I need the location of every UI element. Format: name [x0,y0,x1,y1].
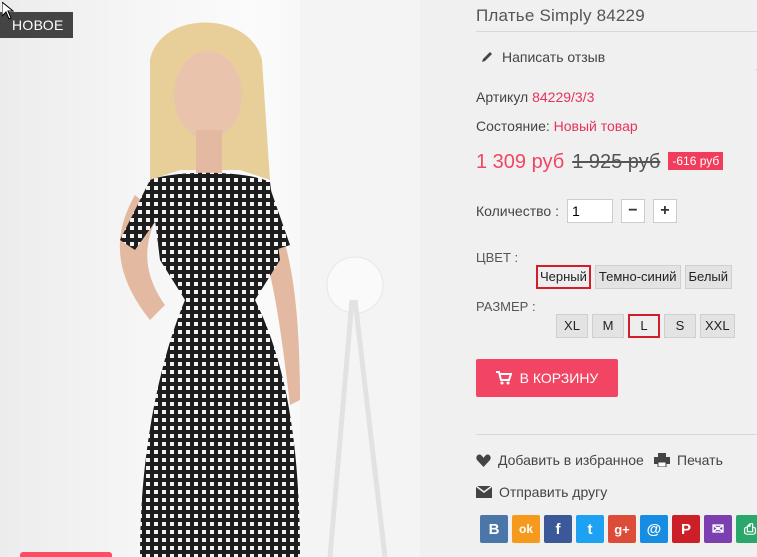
write-review-label: Написать отзыв [502,49,606,65]
envelope-icon [476,486,492,498]
quantity-label: Количество : [476,203,559,219]
divider [476,434,757,435]
facebook-icon[interactable]: f [544,515,572,543]
article-row: Артикул 84229/3/3 [476,89,594,105]
condition-row: Состояние: Новый товар [476,118,638,134]
price-row: 1 309 руб 1 925 руб -616 руб [476,151,724,174]
product-image[interactable]: НОВОЕ [0,0,420,557]
heart-icon [476,453,491,467]
quantity-plus-button[interactable]: + [652,199,677,223]
color-option-black[interactable]: Черный [536,265,591,289]
color-options: Черный Темно-синий Белый [536,265,733,289]
size-option-xl[interactable]: XL [556,314,588,338]
quantity-minus-button[interactable]: − [620,199,645,223]
print-label: Печать [677,452,723,468]
article-value: 84229/3/3 [532,89,595,105]
print-link[interactable]: Печать [654,452,723,468]
size-option-s[interactable]: S [664,314,696,338]
add-to-wishlist-link[interactable]: Добавить в избранное [476,452,644,468]
mailru-icon[interactable]: @ [640,515,668,543]
divider [476,31,757,32]
pinterest-icon[interactable]: P [672,515,700,543]
size-option-l[interactable]: L [628,314,660,338]
email-icon[interactable]: ✉ [704,515,732,543]
twitter-icon[interactable]: t [576,515,604,543]
print-share-icon[interactable]: ⎙ [736,515,757,543]
quantity-row: Количество : − + [476,199,677,223]
product-info-panel: Платье Simply 84229 Написать отзыв ◄ Арт… [420,0,757,557]
color-label: ЦВЕТ : [476,250,519,265]
mouse-cursor-icon [2,2,14,20]
printer-icon [654,453,670,467]
color-option-navy[interactable]: Темно-синий [594,265,681,289]
pencil-icon [482,52,492,62]
size-label: РАЗМЕР : [476,299,536,314]
article-label: Артикул [476,89,529,105]
model-illustration [119,22,388,557]
condition-label: Состояние: [476,118,550,134]
googleplus-icon[interactable]: g+ [608,515,636,543]
add-to-cart-label: В КОРЗИНУ [519,370,599,386]
social-share-bar: B ok f t g+ @ P ✉ ⎙ [480,515,757,543]
size-option-m[interactable]: M [592,314,624,338]
old-price: 1 925 руб [572,151,661,173]
odnoklassniki-icon[interactable]: ok [512,515,540,543]
image-nav-indicator [20,552,112,557]
current-price: 1 309 руб [476,151,565,173]
send-to-friend-link[interactable]: Отправить другу [476,484,607,500]
condition-value: Новый товар [553,118,638,134]
add-to-cart-button[interactable]: В КОРЗИНУ [476,359,618,397]
size-option-xxl[interactable]: XXL [700,314,735,338]
discount-badge: -616 руб [668,152,724,170]
write-review-link[interactable]: Написать отзыв [480,49,605,65]
quantity-input[interactable] [566,199,613,223]
add-to-wishlist-label: Добавить в избранное [498,452,644,468]
vk-icon[interactable]: B [480,515,508,543]
cart-icon [495,371,512,385]
product-title: Платье Simply 84229 [476,6,645,25]
send-to-friend-label: Отправить другу [499,484,608,500]
color-option-white[interactable]: Белый [684,265,733,289]
size-options: XL M L S XXL [556,314,735,338]
